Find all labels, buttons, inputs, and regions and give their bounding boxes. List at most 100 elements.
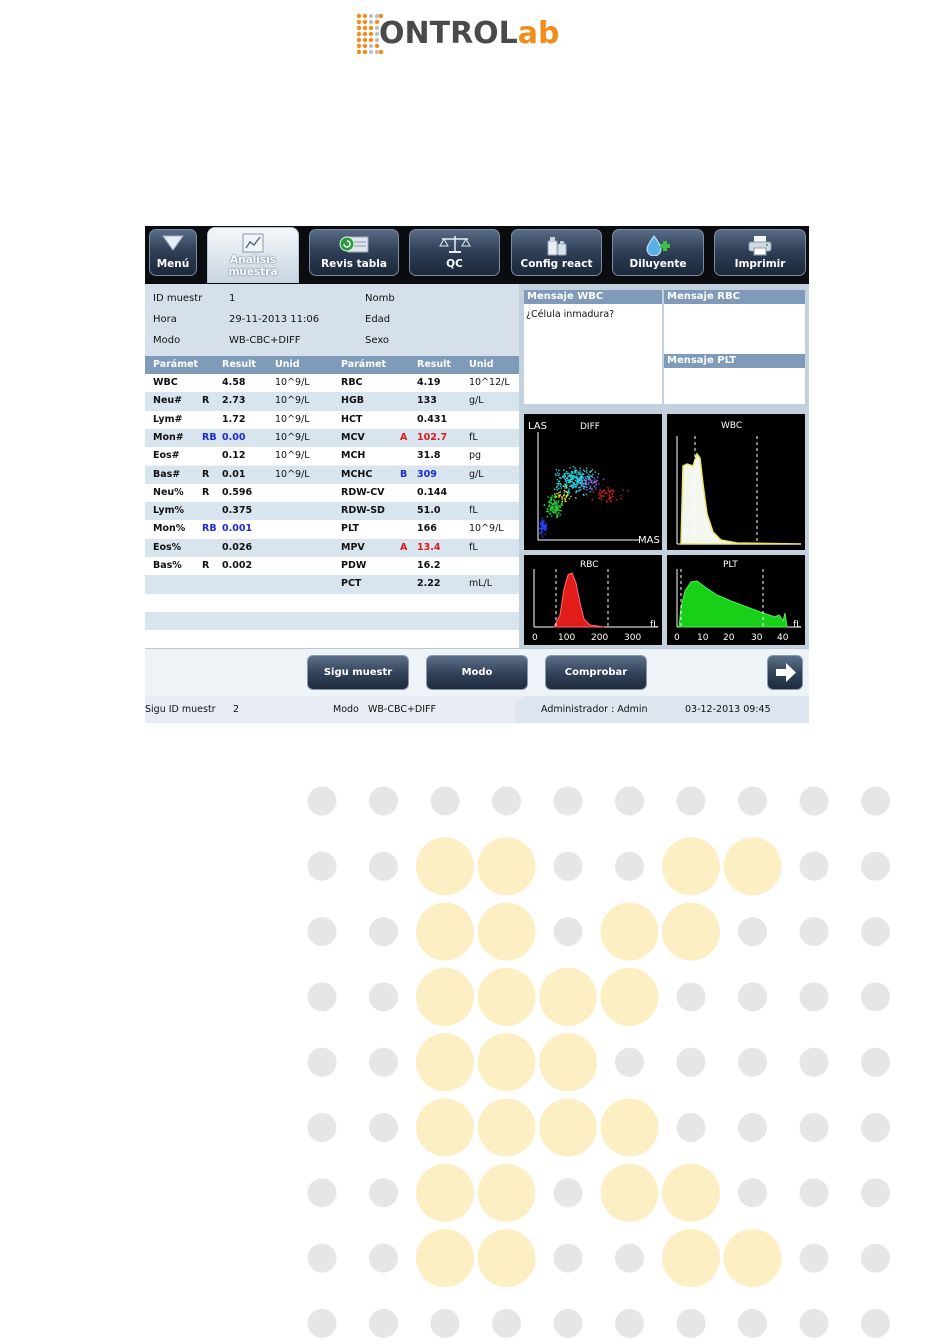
rbc-tick-100: 100 <box>558 633 575 643</box>
diff-scatter-point <box>556 492 558 495</box>
header-unit-left: Unid <box>275 359 300 370</box>
diff-scatter-point <box>575 485 577 487</box>
param-name: Eos# <box>153 450 180 462</box>
diff-scatter-point <box>589 479 591 481</box>
rbc-tick-200: 200 <box>591 633 608 643</box>
diff-scatter-point <box>566 477 568 479</box>
diff-scatter-point <box>559 485 562 487</box>
diff-scatter-point <box>583 488 585 490</box>
param-value: 31.8 <box>417 450 441 462</box>
diff-scatter-point <box>591 480 593 482</box>
diff-scatter-point <box>549 512 552 515</box>
tab-diluent[interactable]: Diluyente <box>612 229 704 276</box>
dot-grid-gray-dot <box>553 1243 583 1273</box>
diff-scatter-point <box>611 493 614 496</box>
diff-scatter-point <box>566 491 568 493</box>
diff-scatter-point <box>550 496 552 499</box>
diff-scatter-point <box>583 479 585 481</box>
dot-grid-gray-dot <box>738 1308 767 1338</box>
dot-grid-gray-dot <box>861 786 890 816</box>
dot-grid-gray-dot <box>861 917 890 947</box>
param-name: Lym% <box>153 505 185 517</box>
menu-button[interactable]: Menú <box>149 229 197 276</box>
dot-grid-gray-dot <box>553 786 583 816</box>
diff-scatter-point <box>586 484 588 486</box>
mode-button[interactable]: Modo <box>426 655 528 690</box>
diff-scatter-point <box>545 529 547 531</box>
diff-scatter-point <box>579 481 581 483</box>
diff-scatter-point <box>556 513 558 516</box>
rbc-histogram-svg: RBC fL 0 100 200 300 <box>532 560 658 643</box>
tab-sample-analysis[interactable]: Analisis muestra <box>207 227 299 283</box>
tab-diluent-label: Diluyente <box>629 258 687 270</box>
diff-scatter-point <box>558 499 560 502</box>
diff-scatter-point <box>549 509 551 511</box>
check-button[interactable]: Comprobar <box>545 655 647 690</box>
diff-scatter-point <box>571 472 574 474</box>
param-value: 0.144 <box>417 486 448 498</box>
dot-grid-gray-dot <box>738 1047 767 1077</box>
plt-tick-40: 40 <box>777 633 789 643</box>
param-name: RDW-SD <box>341 505 385 517</box>
decorative-dot-grid <box>307 786 890 1338</box>
status-datetime: 03-12-2013 09:45 <box>685 704 771 715</box>
param-unit: g/L <box>469 468 484 480</box>
tab-qc[interactable]: QC <box>409 229 500 276</box>
dot-grid-gray-dot <box>492 786 521 816</box>
tab-review-table[interactable]: Revis tabla <box>309 229 399 276</box>
dot-grid-yellow-dot <box>416 1163 474 1222</box>
header-result-right: Result <box>417 359 451 370</box>
dot-grid-gray-dot <box>615 1243 644 1273</box>
diff-scatter-point <box>575 469 577 471</box>
dot-grid-gray-dot <box>307 1047 337 1077</box>
diff-scatter-point <box>602 478 605 481</box>
diff-scattergram: LAS DIFF MAS <box>524 414 662 550</box>
diff-scatter-point <box>587 476 590 478</box>
param-flag: RB <box>202 523 217 535</box>
diff-scatter-point <box>579 482 581 484</box>
dot-grid-gray-dot <box>676 1047 706 1077</box>
next-sample-button[interactable]: Sigu muestr <box>307 655 409 690</box>
table-row: PCT 2.22 mL/L <box>145 575 519 594</box>
dot-grid-gray-dot <box>738 786 767 816</box>
param-unit: 10^9/L <box>275 468 310 480</box>
diff-scatter-point <box>584 482 586 485</box>
diff-scatter-point <box>561 498 563 500</box>
dot-grid-yellow-dot <box>723 1229 782 1288</box>
diff-scatter-point <box>550 507 552 510</box>
diff-scatter-point <box>588 473 590 476</box>
diff-scatter-point <box>574 476 576 479</box>
param-flag: R <box>202 486 210 498</box>
next-page-button[interactable] <box>767 655 803 690</box>
diff-scatter-point <box>581 474 583 476</box>
diff-scatter-point <box>594 480 596 483</box>
diff-scatter-point <box>557 501 560 504</box>
diff-scatter-point <box>612 495 614 498</box>
dot-grid-gray-dot <box>615 1308 644 1338</box>
diff-scatter-point <box>567 473 569 475</box>
param-value: 0.431 <box>417 413 448 425</box>
table-row: Mon% RB 0.001 PLT 166 10^9/L <box>145 520 519 539</box>
diff-scatter-point <box>545 525 547 527</box>
param-flag: A <box>400 431 408 443</box>
diff-scatter-point <box>556 482 558 485</box>
header-param-right: Parámet <box>341 359 387 370</box>
tab-reagent-setup-label: Config react <box>520 258 593 270</box>
diff-scatter-point <box>620 497 622 500</box>
rbc-message-title: Mensaje RBC <box>664 290 805 304</box>
diff-scatter-point <box>586 495 589 497</box>
time-label: Hora <box>153 314 177 325</box>
print-button[interactable]: Imprimir <box>714 229 806 276</box>
param-name: Bas% <box>153 560 182 571</box>
diff-scatter-point <box>547 496 549 498</box>
table-row: WBC 4.58 10^9/L RBC 4.19 10^12/L <box>145 374 519 393</box>
tab-reagent-setup[interactable]: Config react <box>511 229 602 276</box>
diluent-drop-icon <box>646 235 670 256</box>
plt-histogram-curve <box>678 580 788 628</box>
param-name: Eos% <box>153 541 182 553</box>
diff-scatter-point <box>585 478 588 480</box>
param-value: 0.001 <box>222 523 253 535</box>
table-row: Eos% 0.026 MPV A 13.4 fL <box>145 538 519 557</box>
param-name: MCHC <box>341 468 373 480</box>
diff-scatter-point <box>620 495 623 497</box>
